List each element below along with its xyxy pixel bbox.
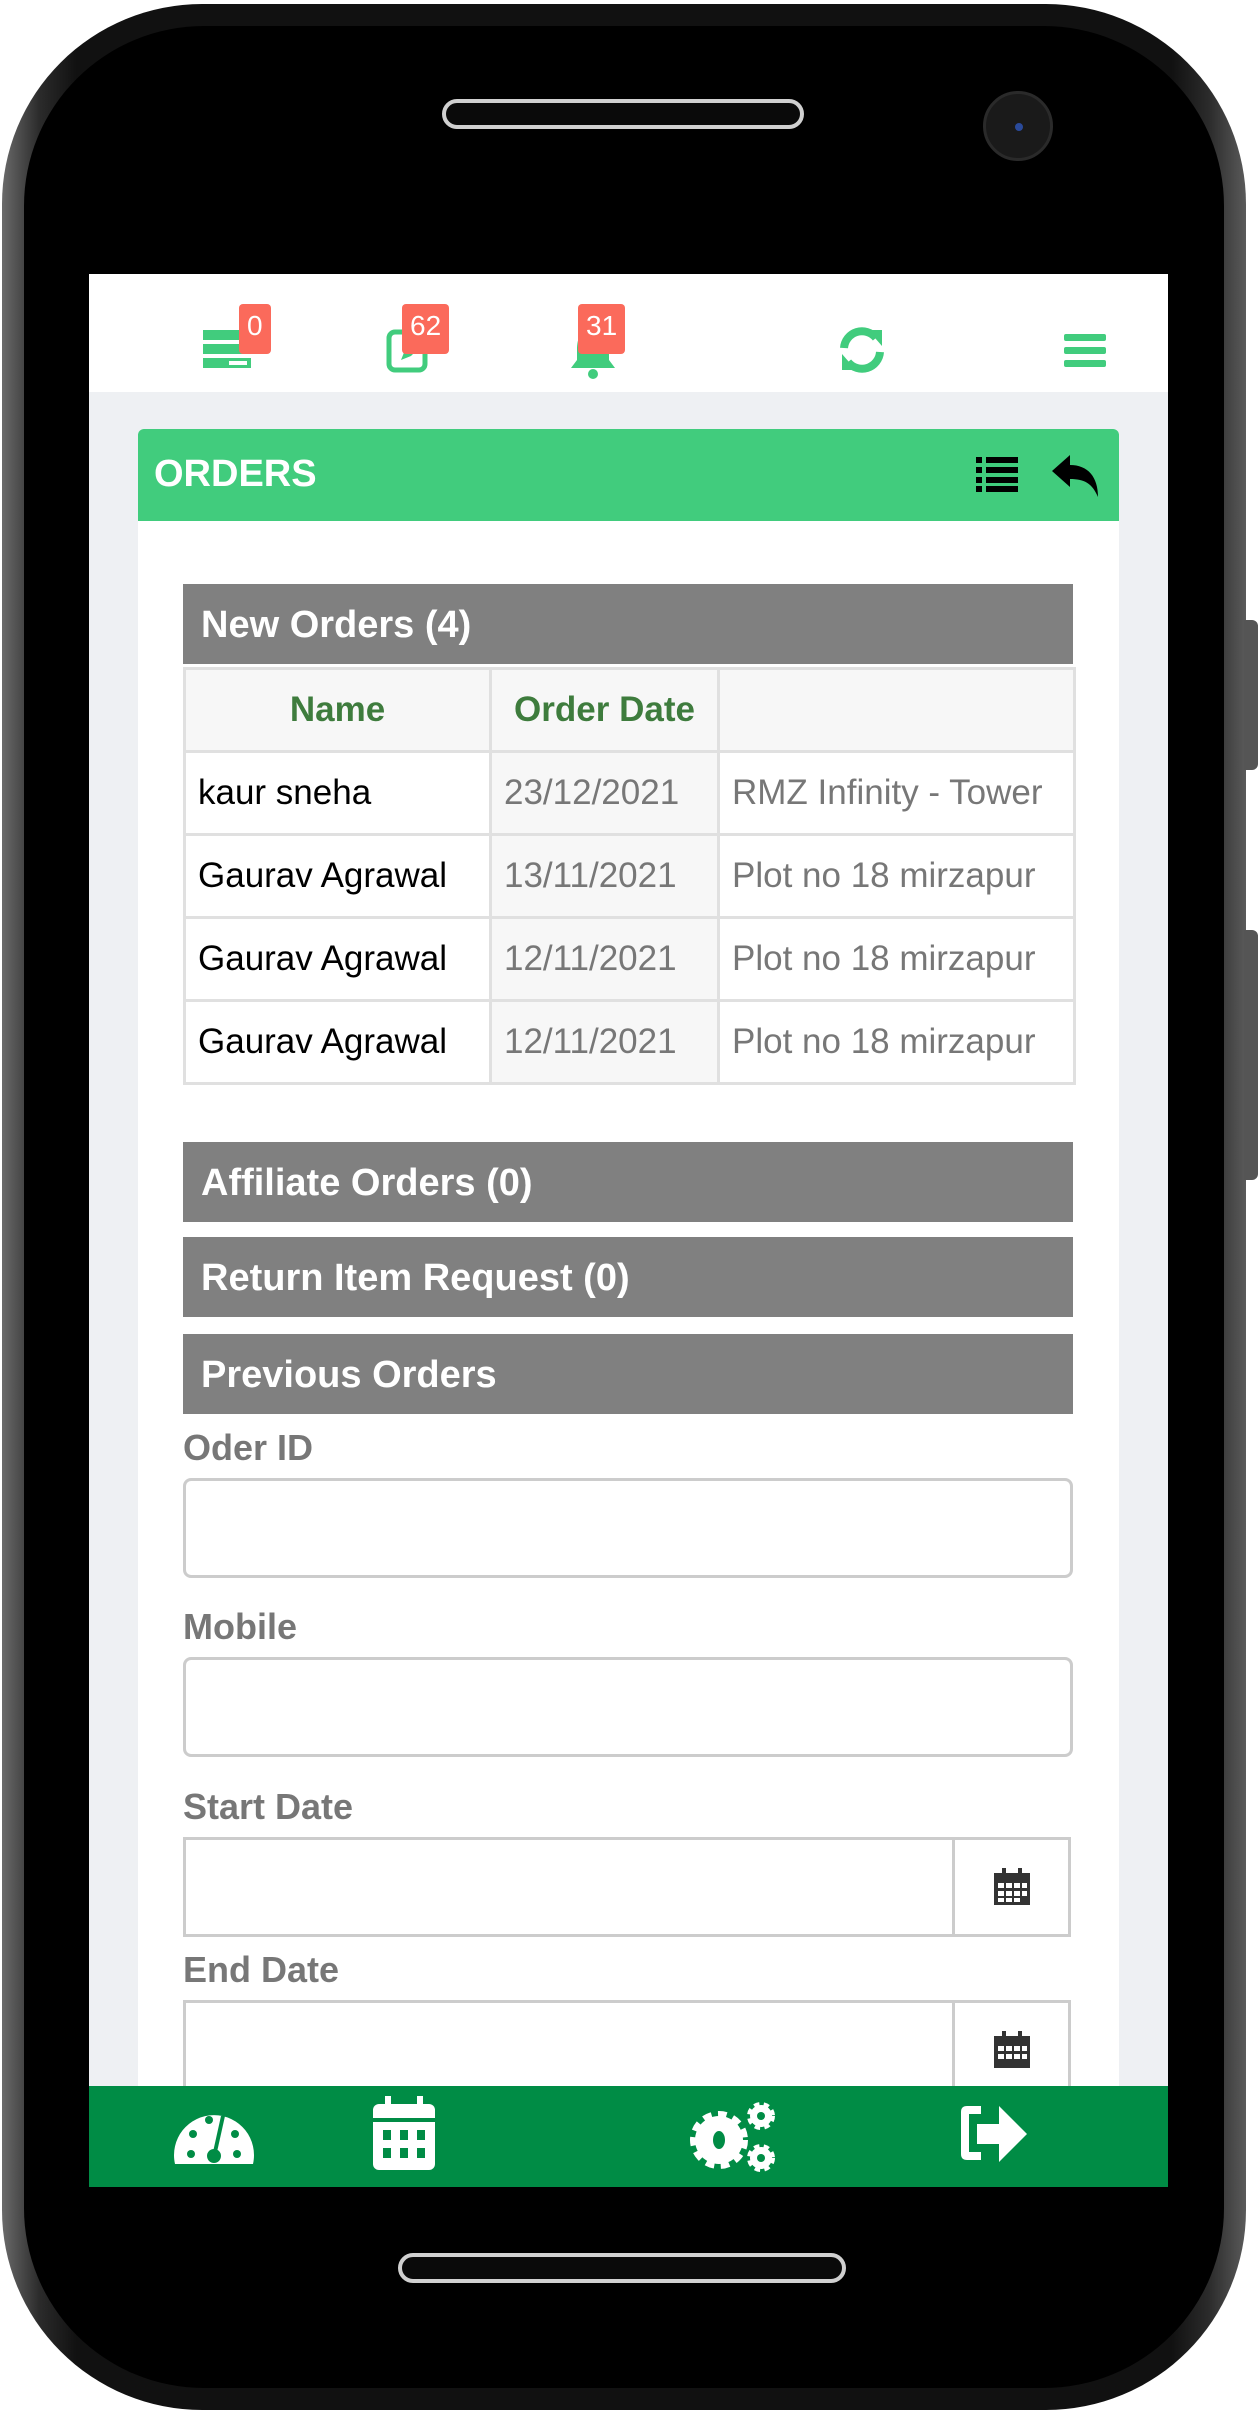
calendar-icon[interactable] — [952, 1840, 1068, 1934]
order-name: Gaurav Agrawal — [183, 833, 492, 919]
column-header — [717, 667, 1076, 753]
return-item-request-header[interactable]: Return Item Request (0) — [183, 1237, 1073, 1317]
phone-camera — [983, 91, 1053, 161]
dashboard-icon[interactable] — [171, 2094, 257, 2180]
previous-orders-header[interactable]: Previous Orders — [183, 1334, 1073, 1414]
refresh-icon[interactable] — [834, 322, 894, 382]
hamburger-menu-icon[interactable] — [1062, 322, 1122, 382]
start-date-input[interactable] — [183, 1837, 1071, 1937]
affiliate-orders-header[interactable]: Affiliate Orders (0) — [183, 1142, 1073, 1222]
column-header: Name — [183, 667, 492, 753]
badge-count: 62 — [402, 304, 450, 354]
table-row[interactable]: kaur sneha 23/12/2021 RMZ Infinity - Tow… — [183, 750, 1076, 836]
table-row[interactable]: Gaurav Agrawal 12/11/2021 Plot no 18 mir… — [183, 999, 1076, 1085]
column-header: Order Date — [489, 667, 720, 753]
new-orders-header[interactable]: New Orders (4) — [183, 584, 1073, 664]
order-id-label: Oder ID — [183, 1427, 314, 1468]
order-id-input[interactable] — [183, 1478, 1073, 1578]
orders-card: ORDERS New Orders (4) Name Order Date ka… — [138, 429, 1119, 2187]
bottom-nav — [89, 2086, 1168, 2187]
order-date: 23/12/2021 — [489, 750, 720, 836]
card-header: ORDERS — [138, 429, 1119, 521]
new-orders-table: Name Order Date kaur sneha 23/12/2021 RM… — [183, 667, 1076, 1085]
calendar-icon[interactable] — [952, 2003, 1068, 2097]
app-screen: 0 62 31 ORDERS New Orders (4) Name Order… — [89, 274, 1168, 2187]
phone-side-button — [1244, 930, 1258, 1180]
phone-speaker — [442, 99, 804, 129]
order-address: Plot no 18 mirzapur — [717, 999, 1076, 1085]
logout-icon[interactable] — [955, 2094, 1041, 2180]
badge-count: 31 — [578, 304, 626, 354]
order-address: RMZ Infinity - Tower — [717, 750, 1076, 836]
mobile-label: Mobile — [183, 1606, 297, 1647]
order-address: Plot no 18 mirzapur — [717, 916, 1076, 1002]
order-address: Plot no 18 mirzapur — [717, 833, 1076, 919]
order-date: 12/11/2021 — [489, 916, 720, 1002]
table-header-row: Name Order Date — [183, 667, 1076, 753]
calendar-icon[interactable] — [369, 2094, 455, 2180]
table-row[interactable]: Gaurav Agrawal 12/11/2021 Plot no 18 mir… — [183, 916, 1076, 1002]
settings-icon[interactable] — [689, 2094, 775, 2180]
mobile-input[interactable] — [183, 1657, 1073, 1757]
page-title: ORDERS — [154, 453, 317, 495]
phone-side-button — [1244, 620, 1258, 770]
order-date: 12/11/2021 — [489, 999, 720, 1085]
start-date-label: Start Date — [183, 1786, 354, 1827]
reply-icon[interactable] — [1052, 455, 1100, 504]
top-bar: 0 62 31 — [89, 274, 1168, 392]
order-date: 13/11/2021 — [489, 833, 720, 919]
phone-home-bar — [398, 2253, 846, 2283]
end-date-label: End Date — [183, 1949, 340, 1990]
order-name: Gaurav Agrawal — [183, 916, 492, 1002]
table-row[interactable]: Gaurav Agrawal 13/11/2021 Plot no 18 mir… — [183, 833, 1076, 919]
badge-count: 0 — [239, 304, 271, 354]
order-name: kaur sneha — [183, 750, 492, 836]
list-icon[interactable] — [976, 455, 1018, 498]
order-name: Gaurav Agrawal — [183, 999, 492, 1085]
end-date-input[interactable] — [183, 2000, 1071, 2100]
